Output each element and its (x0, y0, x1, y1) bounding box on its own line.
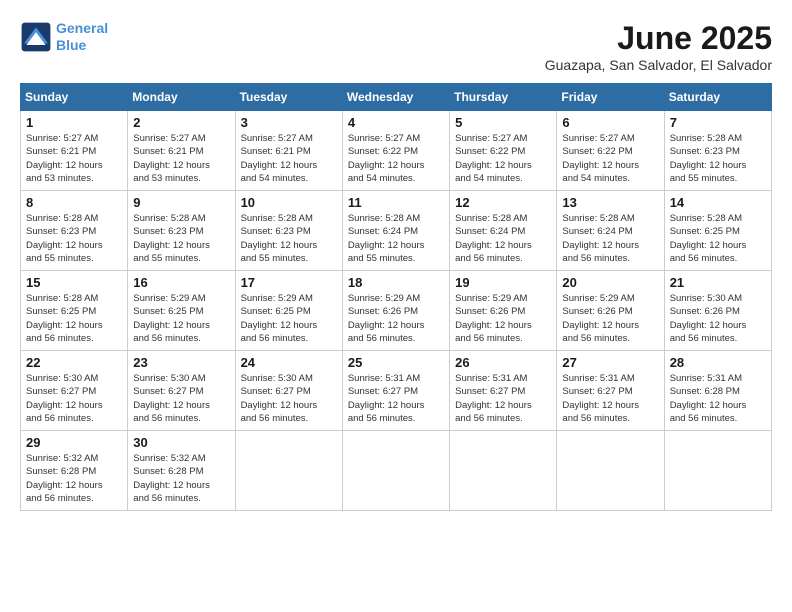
empty-cell-3 (450, 431, 557, 511)
day-cell-22: 22 Sunrise: 5:30 AMSunset: 6:27 PMDaylig… (21, 351, 128, 431)
day-cell-29: 29 Sunrise: 5:32 AMSunset: 6:28 PMDaylig… (21, 431, 128, 511)
day-cell-11: 11 Sunrise: 5:28 AMSunset: 6:24 PMDaylig… (342, 191, 449, 271)
week-row-3: 15 Sunrise: 5:28 AMSunset: 6:25 PMDaylig… (21, 271, 772, 351)
day-cell-12: 12 Sunrise: 5:28 AMSunset: 6:24 PMDaylig… (450, 191, 557, 271)
day-cell-10: 10 Sunrise: 5:28 AMSunset: 6:23 PMDaylig… (235, 191, 342, 271)
day-cell-18: 18 Sunrise: 5:29 AMSunset: 6:26 PMDaylig… (342, 271, 449, 351)
day-cell-9: 9 Sunrise: 5:28 AMSunset: 6:23 PMDayligh… (128, 191, 235, 271)
week-row-2: 8 Sunrise: 5:28 AMSunset: 6:23 PMDayligh… (21, 191, 772, 271)
day-cell-27: 27 Sunrise: 5:31 AMSunset: 6:27 PMDaylig… (557, 351, 664, 431)
day-cell-20: 20 Sunrise: 5:29 AMSunset: 6:26 PMDaylig… (557, 271, 664, 351)
day-cell-2: 2 Sunrise: 5:27 AMSunset: 6:21 PMDayligh… (128, 111, 235, 191)
col-tuesday: Tuesday (235, 84, 342, 111)
col-thursday: Thursday (450, 84, 557, 111)
day-cell-5: 5 Sunrise: 5:27 AMSunset: 6:22 PMDayligh… (450, 111, 557, 191)
week-row-1: 1 Sunrise: 5:27 AMSunset: 6:21 PMDayligh… (21, 111, 772, 191)
day-cell-6: 6 Sunrise: 5:27 AMSunset: 6:22 PMDayligh… (557, 111, 664, 191)
day-cell-25: 25 Sunrise: 5:31 AMSunset: 6:27 PMDaylig… (342, 351, 449, 431)
calendar-table: Sunday Monday Tuesday Wednesday Thursday… (20, 83, 772, 511)
title-area: June 2025 Guazapa, San Salvador, El Salv… (545, 20, 772, 73)
day-cell-15: 15 Sunrise: 5:28 AMSunset: 6:25 PMDaylig… (21, 271, 128, 351)
day-cell-3: 3 Sunrise: 5:27 AMSunset: 6:21 PMDayligh… (235, 111, 342, 191)
day-cell-26: 26 Sunrise: 5:31 AMSunset: 6:27 PMDaylig… (450, 351, 557, 431)
week-row-4: 22 Sunrise: 5:30 AMSunset: 6:27 PMDaylig… (21, 351, 772, 431)
empty-cell-2 (342, 431, 449, 511)
day-cell-21: 21 Sunrise: 5:30 AMSunset: 6:26 PMDaylig… (664, 271, 771, 351)
day-cell-17: 17 Sunrise: 5:29 AMSunset: 6:25 PMDaylig… (235, 271, 342, 351)
logo-icon (20, 21, 52, 53)
col-monday: Monday (128, 84, 235, 111)
day-cell-16: 16 Sunrise: 5:29 AMSunset: 6:25 PMDaylig… (128, 271, 235, 351)
day-cell-30: 30 Sunrise: 5:32 AMSunset: 6:28 PMDaylig… (128, 431, 235, 511)
header: General Blue June 2025 Guazapa, San Salv… (20, 20, 772, 73)
logo: General Blue (20, 20, 108, 54)
week-row-5: 29 Sunrise: 5:32 AMSunset: 6:28 PMDaylig… (21, 431, 772, 511)
col-wednesday: Wednesday (342, 84, 449, 111)
logo-text: General Blue (56, 20, 108, 54)
day-cell-7: 7 Sunrise: 5:28 AMSunset: 6:23 PMDayligh… (664, 111, 771, 191)
calendar-header-row: Sunday Monday Tuesday Wednesday Thursday… (21, 84, 772, 111)
day-cell-14: 14 Sunrise: 5:28 AMSunset: 6:25 PMDaylig… (664, 191, 771, 271)
col-friday: Friday (557, 84, 664, 111)
day-cell-19: 19 Sunrise: 5:29 AMSunset: 6:26 PMDaylig… (450, 271, 557, 351)
month-title: June 2025 (545, 20, 772, 57)
empty-cell-5 (664, 431, 771, 511)
location: Guazapa, San Salvador, El Salvador (545, 57, 772, 73)
day-cell-28: 28 Sunrise: 5:31 AMSunset: 6:28 PMDaylig… (664, 351, 771, 431)
day-cell-24: 24 Sunrise: 5:30 AMSunset: 6:27 PMDaylig… (235, 351, 342, 431)
day-cell-8: 8 Sunrise: 5:28 AMSunset: 6:23 PMDayligh… (21, 191, 128, 271)
day-cell-1: 1 Sunrise: 5:27 AMSunset: 6:21 PMDayligh… (21, 111, 128, 191)
empty-cell-1 (235, 431, 342, 511)
col-saturday: Saturday (664, 84, 771, 111)
day-cell-13: 13 Sunrise: 5:28 AMSunset: 6:24 PMDaylig… (557, 191, 664, 271)
day-cell-4: 4 Sunrise: 5:27 AMSunset: 6:22 PMDayligh… (342, 111, 449, 191)
empty-cell-4 (557, 431, 664, 511)
day-cell-23: 23 Sunrise: 5:30 AMSunset: 6:27 PMDaylig… (128, 351, 235, 431)
col-sunday: Sunday (21, 84, 128, 111)
